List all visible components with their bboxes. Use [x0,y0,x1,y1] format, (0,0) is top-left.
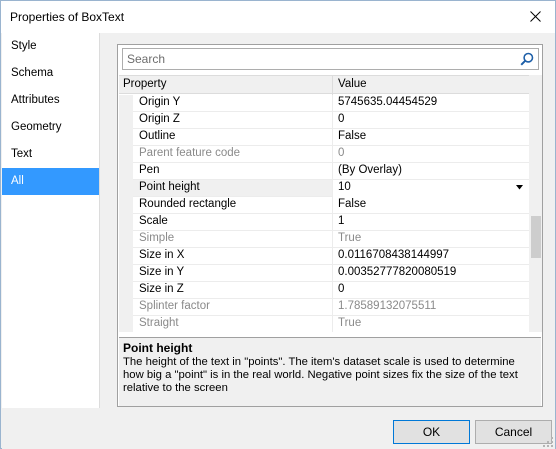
property-row-origin-z[interactable]: Origin Z 0 [119,112,529,129]
sidebar-item-geometry[interactable]: Geometry [2,114,99,141]
property-row-parent-feature-code[interactable]: Parent feature code 0 [119,146,529,163]
properties-dialog: Properties of BoxText Style Schema Attri… [0,0,556,449]
property-name: Straight [139,317,179,329]
property-value[interactable]: 0 [338,283,344,295]
close-icon [529,11,541,22]
property-rows: Origin Y 5745635.04454529 Origin Z 0 Out… [119,95,529,332]
property-value[interactable]: 1 [338,215,344,227]
property-row-simple[interactable]: Simple True [119,231,529,248]
property-value[interactable]: 5745635.04454529 [338,96,437,108]
window-title: Properties of BoxText [10,10,125,24]
description-pane: Point height The height of the text in "… [119,337,541,406]
property-name: Origin Y [139,96,181,108]
sidebar-item-attributes[interactable]: Attributes [2,87,99,114]
vertical-scrollbar[interactable] [529,75,542,332]
grid-header: Property Value [119,75,529,95]
ok-button[interactable]: OK [393,420,470,444]
property-name: Size in Y [139,266,185,278]
property-row-splinter-factor[interactable]: Splinter factor 1.78589132075511 [119,299,529,316]
property-value: 1.78589132075511 [338,300,437,312]
property-value[interactable]: False [338,198,366,210]
property-panel: Property Value Origin Y 5745635.04454529… [117,44,543,407]
property-row-pen[interactable]: Pen (By Overlay) [119,163,529,180]
property-row-origin-y[interactable]: Origin Y 5745635.04454529 [119,95,529,112]
description-text: The height of the text in "points". The … [123,356,518,394]
property-value[interactable]: 0 [338,113,344,125]
property-name: Size in Z [139,283,184,295]
property-value[interactable]: 0.00352777820080519 [338,266,456,278]
chevron-down-icon[interactable] [516,185,523,190]
category-sidebar: Style Schema Attributes Geometry Text Al… [2,33,100,408]
search-icon[interactable] [520,52,534,66]
property-name: Pen [139,164,160,176]
column-header-value[interactable]: Value [338,78,367,90]
property-name: Splinter factor [139,300,210,312]
property-name: Outline [139,130,176,142]
sidebar-item-schema[interactable]: Schema [2,60,99,87]
close-button[interactable] [515,1,555,32]
property-name: Scale [139,215,168,227]
scrollbar-thumb[interactable] [531,216,541,258]
search-input[interactable] [123,49,513,69]
property-value: True [338,317,362,329]
property-value[interactable]: 10 [338,181,351,193]
property-name: Rounded rectangle [139,198,237,210]
sidebar-item-all[interactable]: All [2,168,99,195]
property-row-size-in-z[interactable]: Size in Z 0 [119,282,529,299]
dialog-footer: OK Cancel [2,408,555,449]
value-editor[interactable] [333,180,529,197]
property-name: Origin Z [139,113,180,125]
search-bar [122,48,539,70]
column-header-property[interactable]: Property [123,78,166,90]
sidebar-item-style[interactable]: Style [2,33,99,60]
property-name: Size in X [139,249,185,261]
property-row-rounded-rectangle[interactable]: Rounded rectangle False [119,197,529,214]
property-name: Parent feature code [139,147,241,159]
property-value[interactable]: 0.0116708438144997 [338,249,449,261]
property-row-scale[interactable]: Scale 1 [119,214,529,231]
property-row-outline[interactable]: Outline False [119,129,529,146]
title-bar: Properties of BoxText [1,1,555,33]
property-row-size-in-y[interactable]: Size in Y 0.00352777820080519 [119,265,529,282]
column-divider[interactable] [332,76,333,95]
description-title: Point height [123,341,193,355]
property-grid: Property Value Origin Y 5745635.04454529… [119,75,542,332]
property-name: Simple [139,232,175,244]
property-value[interactable]: False [338,130,366,142]
property-row-straight[interactable]: Straight True [119,316,529,332]
property-value[interactable]: (By Overlay) [338,164,402,176]
property-row-size-in-x[interactable]: Size in X 0.0116708438144997 [119,248,529,265]
property-row-point-height[interactable]: Point height 10 [119,180,529,197]
sidebar-item-text[interactable]: Text [2,141,99,168]
property-name: Point height [139,181,200,193]
resize-grip-icon[interactable] [543,437,553,447]
property-value: True [338,232,362,244]
property-value: 0 [338,147,345,159]
cancel-button[interactable]: Cancel [475,420,552,444]
